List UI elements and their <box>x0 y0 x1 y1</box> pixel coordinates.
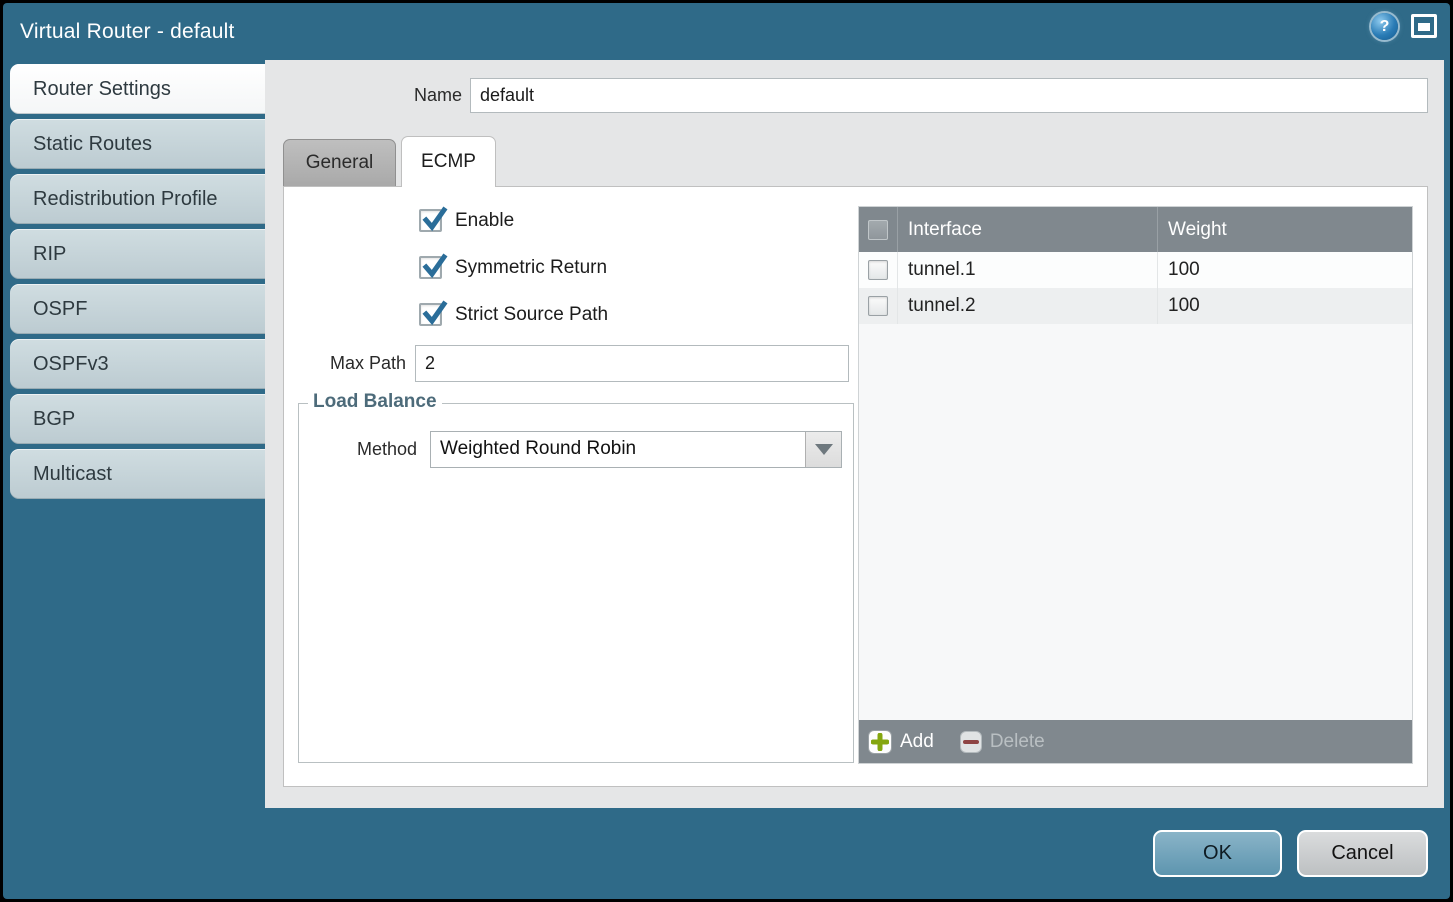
checkmark-icon <box>422 301 448 327</box>
restore-window-icon[interactable] <box>1411 14 1437 38</box>
load-balance-fieldset: Load Balance Method Weighted Round Robin <box>298 403 854 763</box>
sidebar-item-label: OSPF <box>33 298 87 321</box>
sidebar-item-ospfv3[interactable]: OSPFv3 <box>10 339 268 389</box>
name-label: Name <box>265 78 462 113</box>
add-button[interactable]: Add <box>868 730 934 754</box>
dialog-surface: Virtual Router - default ? Router Settin… <box>3 3 1450 899</box>
chevron-down-icon <box>815 444 833 455</box>
row-checkbox[interactable] <box>868 296 888 316</box>
minus-icon <box>960 731 982 753</box>
sidebar-item-label: RIP <box>33 243 66 266</box>
sidebar-item-label: Redistribution Profile <box>33 188 218 211</box>
titlebar: Virtual Router - default ? <box>3 3 1450 60</box>
enable-label: Enable <box>455 210 514 232</box>
symmetric-return-checkbox[interactable] <box>419 256 442 279</box>
symmetric-return-checkbox-row[interactable]: Symmetric Return <box>419 256 607 279</box>
sidebar-item-label: Router Settings <box>33 78 171 101</box>
dropdown-button[interactable] <box>805 432 841 467</box>
sidebar-item-label: BGP <box>33 408 75 431</box>
table-header-row: Interface Weight <box>859 207 1412 252</box>
interface-cell: tunnel.2 <box>897 288 1157 324</box>
enable-checkbox[interactable] <box>419 209 442 232</box>
table-row[interactable]: tunnel.1 100 <box>859 252 1412 288</box>
content-area: Name General ECMP Enable <box>265 60 1444 808</box>
tab-label: General <box>306 152 374 174</box>
tab-general[interactable]: General <box>283 139 396 186</box>
select-all-checkbox[interactable] <box>868 220 888 240</box>
name-input[interactable] <box>470 78 1428 113</box>
sidebar-item-label: OSPFv3 <box>33 353 109 376</box>
table-empty-area <box>859 324 1412 720</box>
method-selected-value: Weighted Round Robin <box>431 432 805 467</box>
table-row[interactable]: tunnel.2 100 <box>859 288 1412 324</box>
weight-cell: 100 <box>1157 252 1412 288</box>
table-toolbar: Add Delete <box>859 720 1412 763</box>
cancel-button[interactable]: Cancel <box>1297 830 1428 877</box>
weight-column-header[interactable]: Weight <box>1157 207 1412 252</box>
sidebar: Router Settings Static Routes Redistribu… <box>10 64 268 499</box>
interface-column-header[interactable]: Interface <box>897 207 1157 252</box>
row-checkbox[interactable] <box>868 260 888 280</box>
strict-source-path-checkbox[interactable] <box>419 303 442 326</box>
sidebar-item-bgp[interactable]: BGP <box>10 394 268 444</box>
tab-ecmp[interactable]: ECMP <box>401 136 496 187</box>
strict-source-path-checkbox-row[interactable]: Strict Source Path <box>419 303 608 326</box>
delete-button[interactable]: Delete <box>960 731 1045 753</box>
interface-weight-table: Interface Weight tunnel.1 100 tunnel.2 1… <box>858 206 1413 764</box>
sidebar-item-label: Static Routes <box>33 133 152 156</box>
dialog-title: Virtual Router - default <box>3 20 235 44</box>
symmetric-return-label: Symmetric Return <box>455 257 607 279</box>
checkmark-icon <box>422 207 448 233</box>
virtual-router-dialog: Virtual Router - default ? Router Settin… <box>0 0 1453 902</box>
plus-icon <box>868 730 892 754</box>
method-dropdown[interactable]: Weighted Round Robin <box>430 431 842 468</box>
interface-cell: tunnel.1 <box>897 252 1157 288</box>
sidebar-item-redistribution-profile[interactable]: Redistribution Profile <box>10 174 268 224</box>
method-label: Method <box>299 431 417 468</box>
sidebar-item-static-routes[interactable]: Static Routes <box>10 119 268 169</box>
checkmark-icon <box>422 254 448 280</box>
weight-cell: 100 <box>1157 288 1412 324</box>
delete-button-label: Delete <box>990 731 1045 753</box>
sidebar-item-rip[interactable]: RIP <box>10 229 268 279</box>
tab-label: ECMP <box>421 151 476 173</box>
load-balance-legend: Load Balance <box>308 391 442 413</box>
max-path-label: Max Path <box>284 345 406 382</box>
enable-checkbox-row[interactable]: Enable <box>419 209 514 232</box>
sidebar-item-multicast[interactable]: Multicast <box>10 449 268 499</box>
add-button-label: Add <box>900 731 934 753</box>
max-path-input[interactable] <box>415 345 849 382</box>
sidebar-item-ospf[interactable]: OSPF <box>10 284 268 334</box>
sidebar-item-router-settings[interactable]: Router Settings <box>10 64 268 114</box>
restore-inner-rect <box>1418 23 1430 31</box>
strict-source-path-label: Strict Source Path <box>455 304 608 326</box>
ok-button[interactable]: OK <box>1153 830 1282 877</box>
sidebar-item-label: Multicast <box>33 463 112 486</box>
help-icon[interactable]: ? <box>1371 13 1398 40</box>
ecmp-tab-panel: Enable Symmetric Return <box>283 186 1428 787</box>
